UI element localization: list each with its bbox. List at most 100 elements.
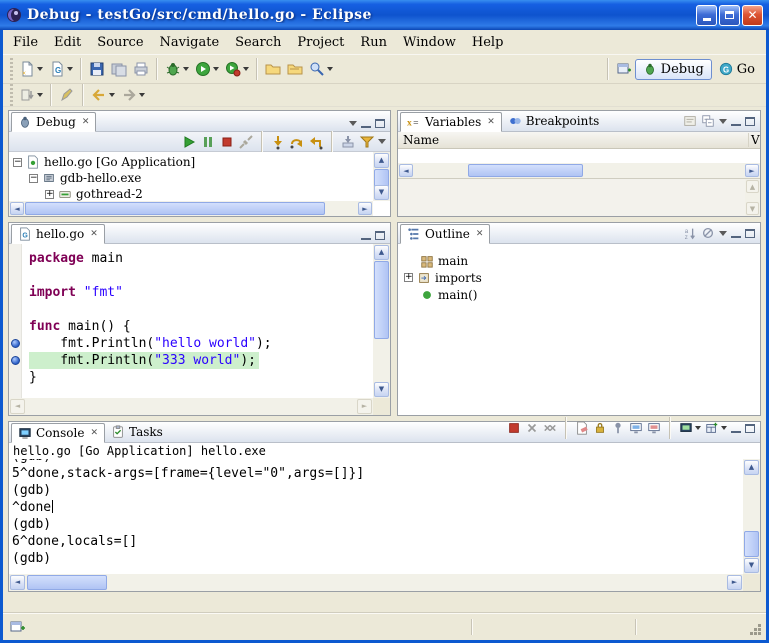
minimize-view-icon[interactable]	[731, 117, 741, 126]
debug-tree-row[interactable]: − hello.go [Go Application]	[9, 154, 390, 170]
debug-tree[interactable]: − hello.go [Go Application] − gdb-hello.…	[9, 152, 390, 216]
variables-detail-pane[interactable]: ▲ ▼	[398, 178, 760, 216]
toolbar-handle[interactable]	[10, 58, 13, 80]
debug-button[interactable]	[162, 57, 192, 81]
show-on-stderr-icon[interactable]	[647, 421, 661, 435]
view-menu-icon[interactable]	[719, 231, 727, 236]
maximize-view-icon[interactable]	[375, 119, 385, 128]
maximize-view-icon[interactable]	[745, 117, 755, 126]
scroll-left-icon[interactable]: ◄	[10, 575, 25, 590]
scroll-lock-icon[interactable]	[593, 421, 607, 435]
external-tools-button[interactable]	[222, 57, 252, 81]
view-menu-icon[interactable]	[349, 121, 357, 126]
console-horizontal-scrollbar[interactable]: ◄ ►	[9, 574, 743, 591]
scroll-left-icon[interactable]: ◄	[399, 164, 413, 177]
tab-hello-go[interactable]: G hello.go ✕	[11, 224, 105, 244]
collapse-all-icon[interactable]	[701, 114, 715, 128]
scroll-right-icon[interactable]: ►	[357, 399, 372, 414]
scroll-up-icon[interactable]: ▲	[374, 153, 389, 168]
minimize-button[interactable]	[696, 5, 717, 26]
debug-tree-row[interactable]: − gdb-hello.exe	[9, 170, 390, 186]
menu-navigate[interactable]: Navigate	[152, 32, 228, 53]
maximize-view-icon[interactable]	[745, 229, 755, 238]
back-button[interactable]	[88, 83, 118, 107]
expand-expander-icon[interactable]: +	[404, 273, 413, 282]
toolbar-handle[interactable]	[10, 84, 13, 106]
editor-horizontal-scrollbar[interactable]: ◄ ►	[9, 398, 373, 415]
dropdown-arrow-icon[interactable]	[327, 67, 333, 71]
dropdown-arrow-icon[interactable]	[37, 67, 43, 71]
sort-icon[interactable]: az	[683, 226, 697, 240]
variables-tree-area[interactable]	[398, 149, 760, 163]
dropdown-arrow-icon[interactable]	[243, 67, 249, 71]
display-selected-console-button[interactable]	[679, 421, 701, 435]
use-step-filters-icon[interactable]	[359, 134, 375, 150]
last-edit-location-button[interactable]	[56, 83, 78, 107]
open-resource-button[interactable]	[284, 57, 306, 81]
close-tab-icon[interactable]: ✕	[82, 117, 90, 127]
scrollbar-thumb[interactable]	[27, 575, 107, 590]
title-bar[interactable]: Debug - testGo/src/cmd/hello.go - Eclips…	[0, 0, 769, 30]
collapse-expander-icon[interactable]: −	[13, 158, 22, 167]
menu-help[interactable]: Help	[464, 32, 512, 53]
scroll-right-icon[interactable]: ►	[358, 202, 372, 215]
remove-all-launches-icon[interactable]	[543, 421, 557, 435]
column-value-header[interactable]: V	[749, 133, 760, 147]
console-output[interactable]: (gdb) 5^done,stack-args=[frame={level="0…	[9, 459, 743, 574]
terminate-icon[interactable]	[219, 134, 235, 150]
tab-outline[interactable]: Outline ✕	[400, 224, 490, 244]
dropdown-arrow-icon[interactable]	[721, 426, 727, 430]
maximize-view-icon[interactable]	[745, 424, 755, 433]
dropdown-arrow-icon[interactable]	[67, 67, 73, 71]
next-annotation-button[interactable]	[16, 83, 46, 107]
new-package-button[interactable]	[262, 57, 284, 81]
maximize-button[interactable]	[719, 5, 740, 26]
run-button[interactable]	[192, 57, 222, 81]
tab-debug[interactable]: Debug ✕	[11, 112, 96, 132]
close-tab-icon[interactable]: ✕	[487, 117, 495, 127]
dropdown-arrow-icon[interactable]	[183, 67, 189, 71]
menu-edit[interactable]: Edit	[46, 32, 89, 53]
collapse-expander-icon[interactable]: −	[29, 174, 38, 183]
menu-source[interactable]: Source	[89, 32, 151, 53]
terminate-icon[interactable]	[507, 421, 521, 435]
scroll-left-icon[interactable]: ◄	[10, 399, 25, 414]
menu-search[interactable]: Search	[227, 32, 289, 53]
step-return-icon[interactable]	[308, 134, 324, 150]
tab-console[interactable]: Console ✕	[11, 423, 105, 443]
tab-breakpoints[interactable]: Breakpoints	[502, 111, 606, 131]
minimize-view-icon[interactable]	[361, 119, 371, 128]
scroll-down-icon[interactable]: ▼	[746, 202, 759, 215]
scroll-left-icon[interactable]: ◄	[10, 202, 24, 215]
save-button[interactable]	[86, 57, 108, 81]
scroll-down-icon[interactable]: ▼	[744, 558, 759, 573]
scroll-right-icon[interactable]: ►	[745, 164, 759, 177]
detail-vertical-scrollbar[interactable]: ▲ ▼	[745, 179, 760, 216]
view-menu-icon[interactable]	[719, 119, 727, 124]
scrollbar-thumb[interactable]	[374, 261, 389, 339]
minimize-view-icon[interactable]	[361, 231, 371, 240]
open-console-button[interactable]	[705, 421, 727, 435]
outline-item-main-func[interactable]: main()	[398, 286, 760, 303]
scroll-down-icon[interactable]: ▼	[374, 185, 389, 200]
step-into-icon[interactable]	[270, 134, 286, 150]
variables-table-header[interactable]: Name V	[398, 132, 760, 149]
close-tab-icon[interactable]: ✕	[90, 229, 98, 239]
dropdown-arrow-icon[interactable]	[37, 93, 43, 97]
console-vertical-scrollbar[interactable]: ▲ ▼	[743, 459, 760, 574]
scroll-up-icon[interactable]: ▲	[746, 180, 759, 193]
expand-expander-icon[interactable]: +	[45, 190, 54, 199]
dropdown-arrow-icon[interactable]	[139, 93, 145, 97]
perspective-go-button[interactable]: G Go	[712, 60, 762, 79]
new-wizard-button[interactable]	[16, 57, 46, 81]
open-perspective-button[interactable]	[613, 57, 635, 81]
drop-to-frame-icon[interactable]	[340, 134, 356, 150]
forward-button[interactable]	[118, 83, 148, 107]
scroll-up-icon[interactable]: ▲	[374, 245, 389, 260]
close-tab-icon[interactable]: ✕	[90, 428, 98, 438]
minimize-view-icon[interactable]	[731, 424, 741, 433]
tab-variables[interactable]: x= Variables ✕	[400, 112, 502, 132]
menu-run[interactable]: Run	[352, 32, 395, 53]
breakpoint-icon[interactable]	[11, 356, 20, 365]
outline-item-package[interactable]: main	[398, 252, 760, 269]
